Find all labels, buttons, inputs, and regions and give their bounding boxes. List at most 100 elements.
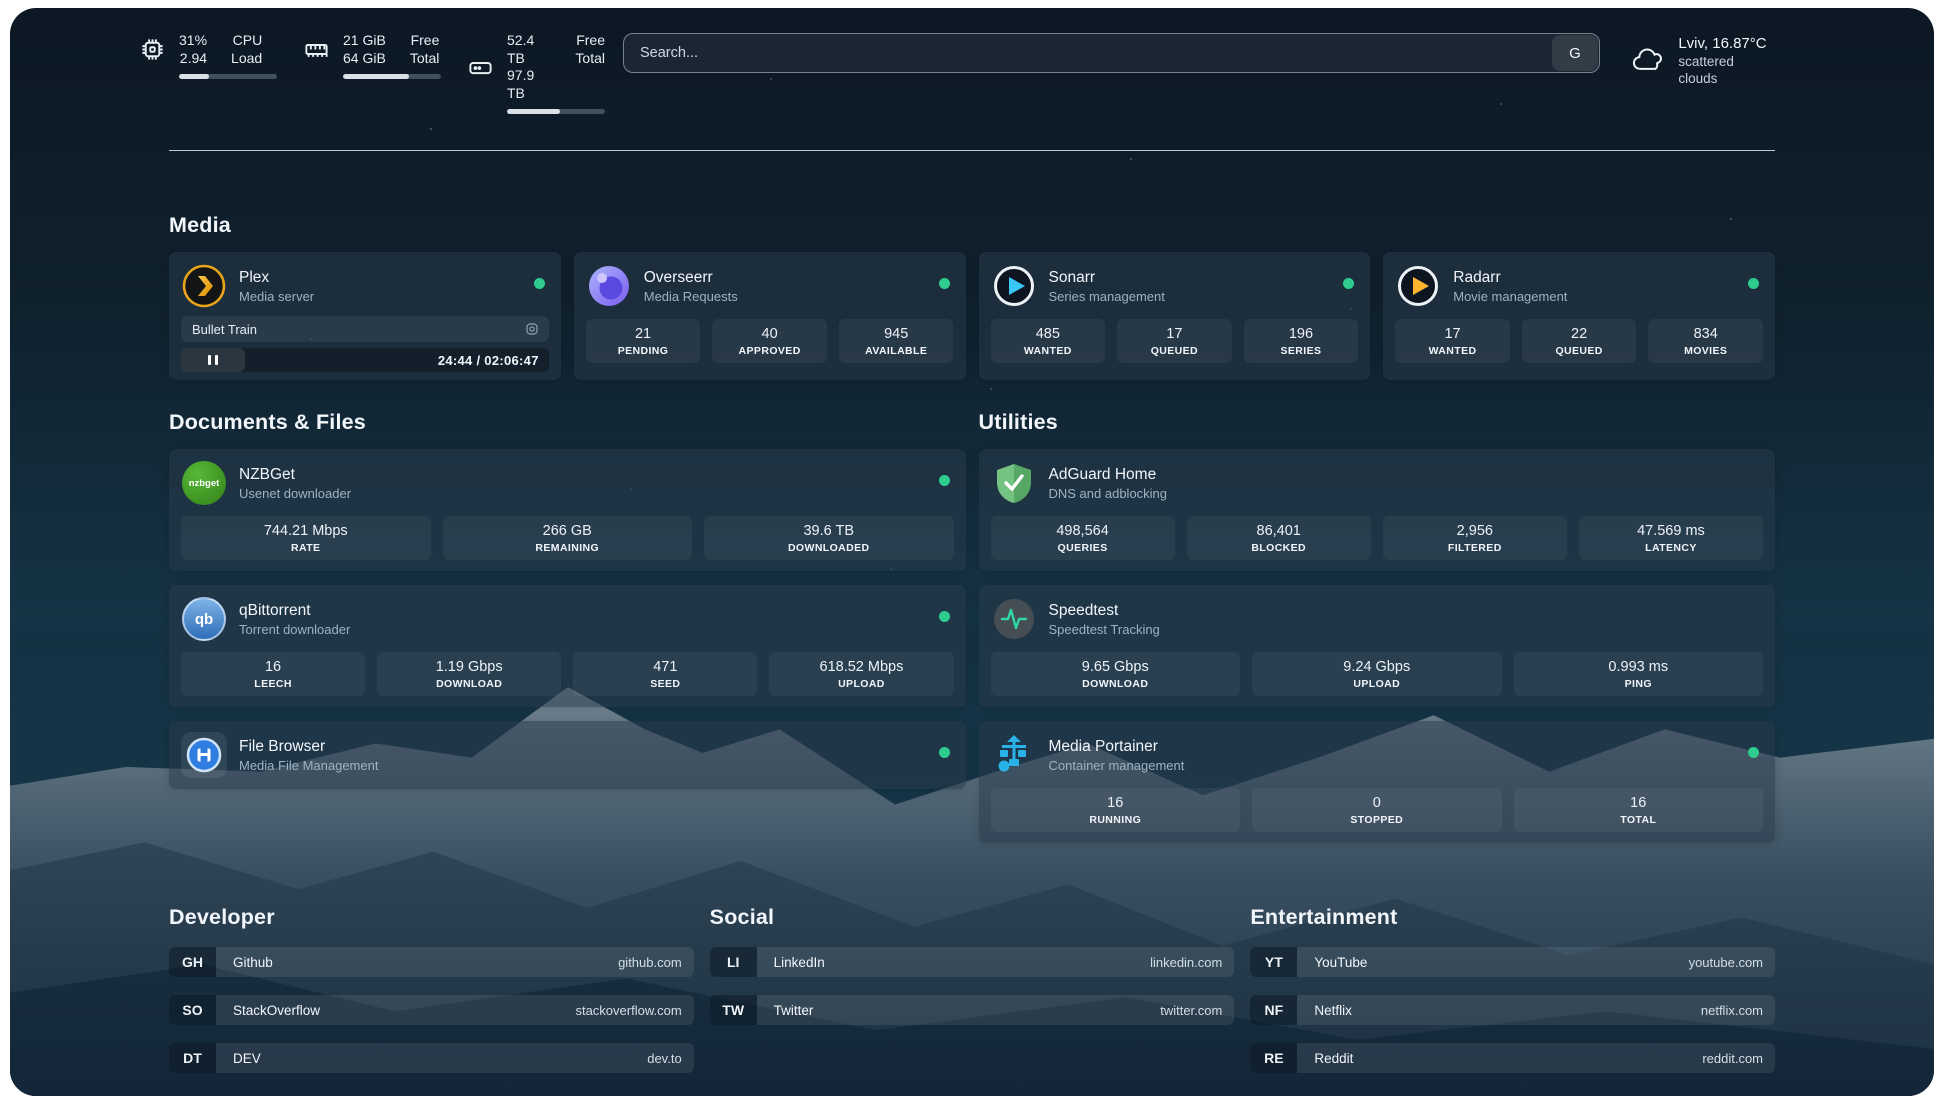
memory-free-value: 21 GiB bbox=[343, 32, 386, 50]
disk-icon bbox=[467, 54, 494, 81]
adguard-stat-queries: 498,564QUERIES bbox=[991, 516, 1175, 560]
plex-now-playing-row: Bullet Train bbox=[181, 316, 549, 342]
bookmark-twitter[interactable]: TW Twitter twitter.com bbox=[710, 995, 1235, 1025]
service-card-overseerr[interactable]: Overseerr Media Requests 21PENDING 40APP… bbox=[574, 252, 966, 380]
bookmark-name: LinkedIn bbox=[774, 955, 825, 970]
media-row: Plex Media server Bullet Train 24:44 / 0… bbox=[169, 252, 1775, 380]
memory-progress-track bbox=[343, 74, 441, 79]
qbittorrent-status-dot bbox=[939, 611, 950, 622]
bookmark-dev[interactable]: DT DEV dev.to bbox=[169, 1043, 694, 1073]
bookmark-reddit[interactable]: RE Reddit reddit.com bbox=[1250, 1043, 1775, 1073]
qbittorrent-stat-seed: 471SEED bbox=[573, 652, 757, 696]
service-card-portainer[interactable]: Media Portainer Container management 16R… bbox=[979, 721, 1776, 843]
bookmark-abbr: SO bbox=[169, 995, 216, 1025]
service-card-plex[interactable]: Plex Media server Bullet Train 24:44 / 0… bbox=[169, 252, 561, 380]
plex-player-bar: 24:44 / 02:06:47 bbox=[181, 348, 549, 372]
weather-widget[interactable]: Lviv, 16.87°C scattered clouds bbox=[1630, 34, 1775, 87]
portainer-name: Media Portainer bbox=[1049, 737, 1185, 757]
cpu-progress-track bbox=[179, 74, 277, 79]
cpu-usage-value: 31% bbox=[179, 32, 207, 50]
section-title-developer: Developer bbox=[169, 905, 694, 930]
gear-icon bbox=[524, 321, 540, 337]
sonarr-stat-series: 196SERIES bbox=[1244, 319, 1359, 363]
qbittorrent-stat-leech: 16LEECH bbox=[181, 652, 365, 696]
adguard-name: AdGuard Home bbox=[1049, 465, 1168, 485]
nzbget-name: NZBGet bbox=[239, 465, 351, 485]
overseerr-desc: Media Requests bbox=[644, 288, 738, 305]
bookmark-domain: netflix.com bbox=[1701, 1003, 1763, 1018]
service-card-adguard[interactable]: AdGuard Home DNS and adblocking 498,564Q… bbox=[979, 449, 1776, 571]
bookmark-name: Reddit bbox=[1314, 1051, 1353, 1066]
bookmark-youtube[interactable]: YT YouTube youtube.com bbox=[1250, 947, 1775, 977]
overseerr-stat-pending: 21PENDING bbox=[586, 319, 701, 363]
cpu-widget: 31% 2.94 CPU Load bbox=[139, 32, 277, 114]
overseerr-name: Overseerr bbox=[644, 268, 738, 288]
bookmarks-social: Social LI LinkedIn linkedin.com TW Twitt… bbox=[710, 905, 1235, 1091]
radarr-stat-queued: 22QUEUED bbox=[1522, 319, 1637, 363]
bookmark-stackoverflow[interactable]: SO StackOverflow stackoverflow.com bbox=[169, 995, 694, 1025]
adguard-icon bbox=[991, 460, 1037, 506]
disk-progress-track bbox=[507, 109, 605, 114]
portainer-stat-running: 16RUNNING bbox=[991, 788, 1241, 832]
overseerr-icon bbox=[586, 263, 632, 309]
bookmark-domain: youtube.com bbox=[1689, 955, 1763, 970]
disk-free-value: 52.4 TB bbox=[507, 32, 551, 67]
snow-specks bbox=[10, 8, 12, 10]
sonarr-stat-wanted: 485WANTED bbox=[991, 319, 1106, 363]
radarr-status-dot bbox=[1748, 278, 1759, 289]
speedtest-stat-upload: 9.24 GbpsUPLOAD bbox=[1252, 652, 1502, 696]
sonarr-icon bbox=[991, 263, 1037, 309]
cloud-icon bbox=[1630, 43, 1665, 79]
plex-status-dot bbox=[534, 278, 545, 289]
portainer-status-dot bbox=[1748, 747, 1759, 758]
speedtest-stat-ping: 0.993 msPING bbox=[1514, 652, 1764, 696]
utilities-column: Utilities AdGuard Home bbox=[979, 380, 1776, 857]
section-title-media: Media bbox=[169, 213, 1775, 238]
portainer-icon bbox=[991, 732, 1037, 778]
nzbget-stat-rate: 744.21 MbpsRATE bbox=[181, 516, 431, 560]
search-provider-button[interactable]: G bbox=[1552, 35, 1598, 71]
bookmark-abbr: LI bbox=[710, 947, 757, 977]
section-title-utilities: Utilities bbox=[979, 410, 1776, 435]
bookmark-name: Netflix bbox=[1314, 1003, 1352, 1018]
plex-desc: Media server bbox=[239, 288, 314, 305]
memory-progress-fill bbox=[343, 74, 409, 79]
disk-total-label: Total bbox=[575, 50, 605, 68]
bookmark-github[interactable]: GH Github github.com bbox=[169, 947, 694, 977]
disk-widget: 52.4 TB 97.9 TB Free Total bbox=[467, 32, 605, 114]
bookmark-domain: stackoverflow.com bbox=[575, 1003, 681, 1018]
bookmark-name: YouTube bbox=[1314, 955, 1367, 970]
filebrowser-icon bbox=[181, 732, 227, 778]
service-card-filebrowser[interactable]: File Browser Media File Management bbox=[169, 721, 966, 789]
nzbget-desc: Usenet downloader bbox=[239, 485, 351, 502]
disk-free-label: Free bbox=[576, 32, 605, 50]
disk-progress-fill bbox=[507, 109, 560, 114]
service-card-speedtest[interactable]: Speedtest Speedtest Tracking 9.65 GbpsDO… bbox=[979, 585, 1776, 707]
sonarr-stat-queued: 17QUEUED bbox=[1117, 319, 1232, 363]
resource-widgets: 31% 2.94 CPU Load bbox=[139, 32, 605, 114]
qbittorrent-stat-upload: 618.52 MbpsUPLOAD bbox=[769, 652, 953, 696]
qbittorrent-name: qBittorrent bbox=[239, 601, 350, 621]
service-card-nzbget[interactable]: nzbget NZBGet Usenet downloader 744.21 M… bbox=[169, 449, 966, 571]
filebrowser-status-dot bbox=[939, 747, 950, 758]
service-card-qbittorrent[interactable]: qb qBittorrent Torrent downloader 16LEEC… bbox=[169, 585, 966, 707]
weather-condition: scattered clouds bbox=[1678, 53, 1775, 87]
adguard-desc: DNS and adblocking bbox=[1049, 485, 1168, 502]
bookmark-abbr: TW bbox=[710, 995, 757, 1025]
cpu-load-label: Load bbox=[231, 50, 262, 68]
service-card-sonarr[interactable]: Sonarr Series management 485WANTED 17QUE… bbox=[979, 252, 1371, 380]
adguard-stat-blocked: 86,401BLOCKED bbox=[1187, 516, 1371, 560]
bookmark-domain: dev.to bbox=[647, 1051, 681, 1066]
bookmark-name: DEV bbox=[233, 1051, 261, 1066]
speedtest-desc: Speedtest Tracking bbox=[1049, 621, 1160, 638]
plex-now-playing-title: Bullet Train bbox=[192, 322, 524, 337]
bookmark-netflix[interactable]: NF Netflix netflix.com bbox=[1250, 995, 1775, 1025]
qbittorrent-desc: Torrent downloader bbox=[239, 621, 350, 638]
radarr-desc: Movie management bbox=[1453, 288, 1567, 305]
service-card-radarr[interactable]: Radarr Movie management 17WANTED 22QUEUE… bbox=[1383, 252, 1775, 380]
radarr-stat-wanted: 17WANTED bbox=[1395, 319, 1510, 363]
search-bar[interactable]: G bbox=[623, 33, 1600, 73]
search-input[interactable] bbox=[624, 45, 1552, 61]
bookmark-domain: github.com bbox=[618, 955, 682, 970]
bookmark-linkedin[interactable]: LI LinkedIn linkedin.com bbox=[710, 947, 1235, 977]
